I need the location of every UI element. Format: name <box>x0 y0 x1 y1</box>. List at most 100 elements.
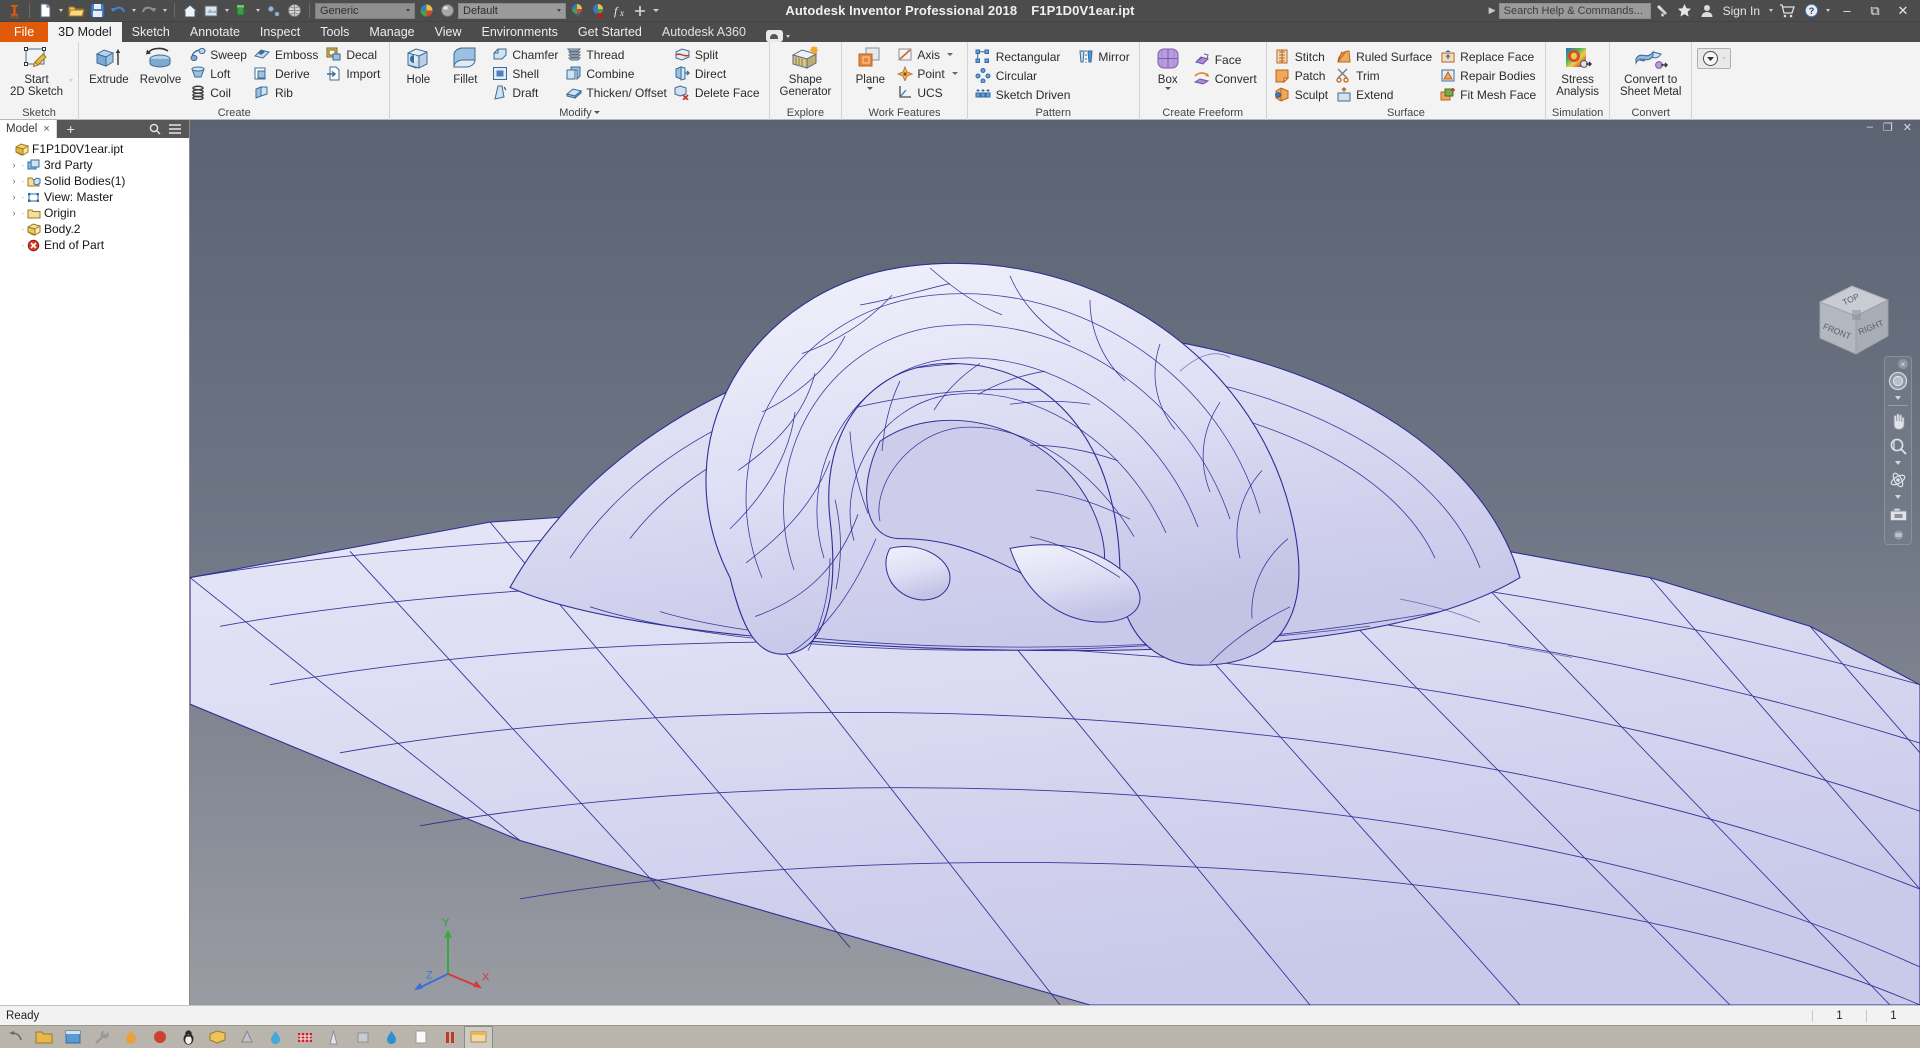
taskbar-blue-droplet-icon[interactable] <box>377 1026 406 1048</box>
cloud-icon[interactable] <box>765 30 783 42</box>
tab-view[interactable]: View <box>425 22 472 42</box>
sign-in-dropdown-icon[interactable] <box>1766 1 1775 21</box>
ribbon-overflow-button[interactable] <box>1697 48 1732 69</box>
graphics-viewport[interactable]: Z Y X – ❐ ✕ TOP FRONT RIGHT × <box>190 120 1920 1005</box>
combine-button[interactable]: Combine <box>563 64 670 83</box>
taskbar-tool-icon[interactable] <box>87 1026 116 1048</box>
ruled-surface-button[interactable]: Ruled Surface <box>1333 47 1436 66</box>
repair-bodies-button[interactable]: Repair Bodies <box>1437 66 1540 85</box>
window-minimize-button[interactable]: – <box>1834 0 1860 22</box>
ribbon-options-chevron-icon[interactable] <box>785 34 790 38</box>
replace-face-button[interactable]: Replace Face <box>1437 47 1540 66</box>
taskbar-folder-icon[interactable] <box>29 1026 58 1048</box>
tab-inspect[interactable]: Inspect <box>250 22 310 42</box>
search-icon[interactable] <box>149 123 161 135</box>
stress-analysis-button[interactable]: Stress Analysis <box>1551 44 1604 104</box>
tree-node-end-of-part[interactable]: · End of Part <box>2 237 189 253</box>
stitch-button[interactable]: Stitch <box>1272 47 1332 66</box>
taskbar-window-icon[interactable] <box>58 1026 87 1048</box>
axis-button[interactable]: Axis <box>894 45 961 64</box>
viewport-restore-button[interactable]: ❐ <box>1883 121 1893 134</box>
derive-button[interactable]: Derive <box>252 64 322 83</box>
browser-add-tab-button[interactable]: + <box>56 120 85 138</box>
viewport-minimize-button[interactable]: – <box>1867 121 1873 133</box>
taskbar-cone-icon[interactable] <box>232 1026 261 1048</box>
navbar-options-icon[interactable] <box>1887 529 1909 541</box>
fillet-button[interactable]: Fillet <box>442 44 488 104</box>
navbar-close-icon[interactable]: × <box>1898 359 1908 369</box>
tree-expander[interactable]: › <box>8 176 20 186</box>
tab-annotate[interactable]: Annotate <box>180 22 250 42</box>
window-close-button[interactable]: ✕ <box>1890 0 1916 22</box>
fit-mesh-face-button[interactable]: Fit Mesh Face <box>1437 85 1540 104</box>
appearance-sphere-icon[interactable] <box>437 1 457 21</box>
help-dropdown-icon[interactable] <box>1823 1 1832 21</box>
pan-hand-icon[interactable] <box>1887 411 1909 431</box>
taskbar-app-small-icon[interactable] <box>348 1026 377 1048</box>
tree-expander[interactable]: › <box>8 160 20 170</box>
look-at-camera-icon[interactable] <box>1887 504 1909 524</box>
rectangular-pattern-button[interactable]: Rectangular <box>973 47 1075 66</box>
panel-label-modify[interactable]: Modify <box>392 105 766 120</box>
material-selector[interactable]: Generic <box>315 2 415 19</box>
tab-3d-model[interactable]: 3D Model <box>48 22 122 42</box>
sculpt-button[interactable]: Sculpt <box>1272 85 1332 104</box>
tab-manage[interactable]: Manage <box>359 22 424 42</box>
tab-environments[interactable]: Environments <box>471 22 567 42</box>
tree-node-body-2[interactable]: · Body.2 <box>2 221 189 237</box>
help-icon[interactable]: ? <box>1801 1 1821 21</box>
chamfer-button[interactable]: Chamfer <box>489 45 562 64</box>
window-restore-button[interactable]: ⧉ <box>1862 0 1888 22</box>
shape-generator-button[interactable]: Shape Generator <box>775 44 837 104</box>
star-icon[interactable] <box>1675 1 1695 21</box>
undo-icon[interactable] <box>108 1 128 21</box>
undo-dropdown-icon[interactable] <box>129 1 138 21</box>
tab-file[interactable]: File <box>0 22 49 42</box>
hole-button[interactable]: Hole <box>395 44 441 104</box>
open-folder-icon[interactable] <box>66 1 86 21</box>
tree-node-origin[interactable]: › · Origin <box>2 205 189 221</box>
navigation-bar[interactable]: × <box>1884 356 1912 545</box>
extrude-button[interactable]: Extrude <box>84 44 134 104</box>
appearance-selector[interactable]: Default <box>458 2 566 19</box>
emboss-button[interactable]: Emboss <box>252 45 322 64</box>
sketch-driven-pattern-button[interactable]: Sketch Driven <box>973 85 1075 104</box>
taskbar-droplet-icon[interactable] <box>261 1026 290 1048</box>
material-icon[interactable] <box>201 1 221 21</box>
tab-autodesk-a360[interactable]: Autodesk A360 <box>652 22 756 42</box>
taskbar-red-grid-icon[interactable] <box>290 1026 319 1048</box>
autodesk-satellite-icon[interactable] <box>1653 1 1673 21</box>
update-dropdown-icon[interactable] <box>253 1 262 21</box>
convert-to-sheet-metal-button[interactable]: Convert to Sheet Metal <box>1615 44 1686 104</box>
tab-get-started[interactable]: Get Started <box>568 22 652 42</box>
plane-button[interactable]: Plane <box>847 44 893 104</box>
patch-button[interactable]: Patch <box>1272 66 1332 85</box>
taskbar-back-arrow-icon[interactable] <box>0 1026 29 1048</box>
extend-button[interactable]: Extend <box>1333 85 1436 104</box>
tree-node-root[interactable]: F1P1D0V1ear.ipt <box>2 141 189 157</box>
color-adjust-icon[interactable] <box>567 1 587 21</box>
save-icon[interactable] <box>87 1 107 21</box>
shell-button[interactable]: Shell <box>489 64 562 83</box>
taskbar[interactable] <box>0 1025 1920 1048</box>
taskbar-white-page-icon[interactable] <box>406 1026 435 1048</box>
import-button[interactable]: Import <box>323 64 384 83</box>
orbit-dropdown-icon[interactable] <box>1895 495 1901 499</box>
search-input[interactable]: Search Help & Commands... <box>1498 2 1651 19</box>
zoom-magnifier-icon[interactable] <box>1887 436 1909 456</box>
split-button[interactable]: Split <box>672 45 764 64</box>
taskbar-flame-icon[interactable] <box>116 1026 145 1048</box>
close-icon[interactable]: × <box>43 123 49 135</box>
box-button[interactable]: Box <box>1145 44 1191 104</box>
taskbar-tower-icon[interactable] <box>319 1026 348 1048</box>
tree-node-solid-bodies[interactable]: › · Solid Bodies(1) <box>2 173 189 189</box>
taskbar-pillars-icon[interactable] <box>435 1026 464 1048</box>
start-2d-sketch-dropdown-icon[interactable] <box>69 71 74 105</box>
face-button[interactable]: Face <box>1192 50 1261 69</box>
delete-face-button[interactable]: Delete Face <box>672 83 764 102</box>
tree-expander[interactable]: › <box>8 192 20 202</box>
qat-dropdown-icon[interactable] <box>651 1 660 21</box>
orbit-icon[interactable] <box>1887 470 1909 490</box>
select-icon[interactable] <box>263 1 283 21</box>
tree-node-view-master[interactable]: › · View: Master <box>2 189 189 205</box>
